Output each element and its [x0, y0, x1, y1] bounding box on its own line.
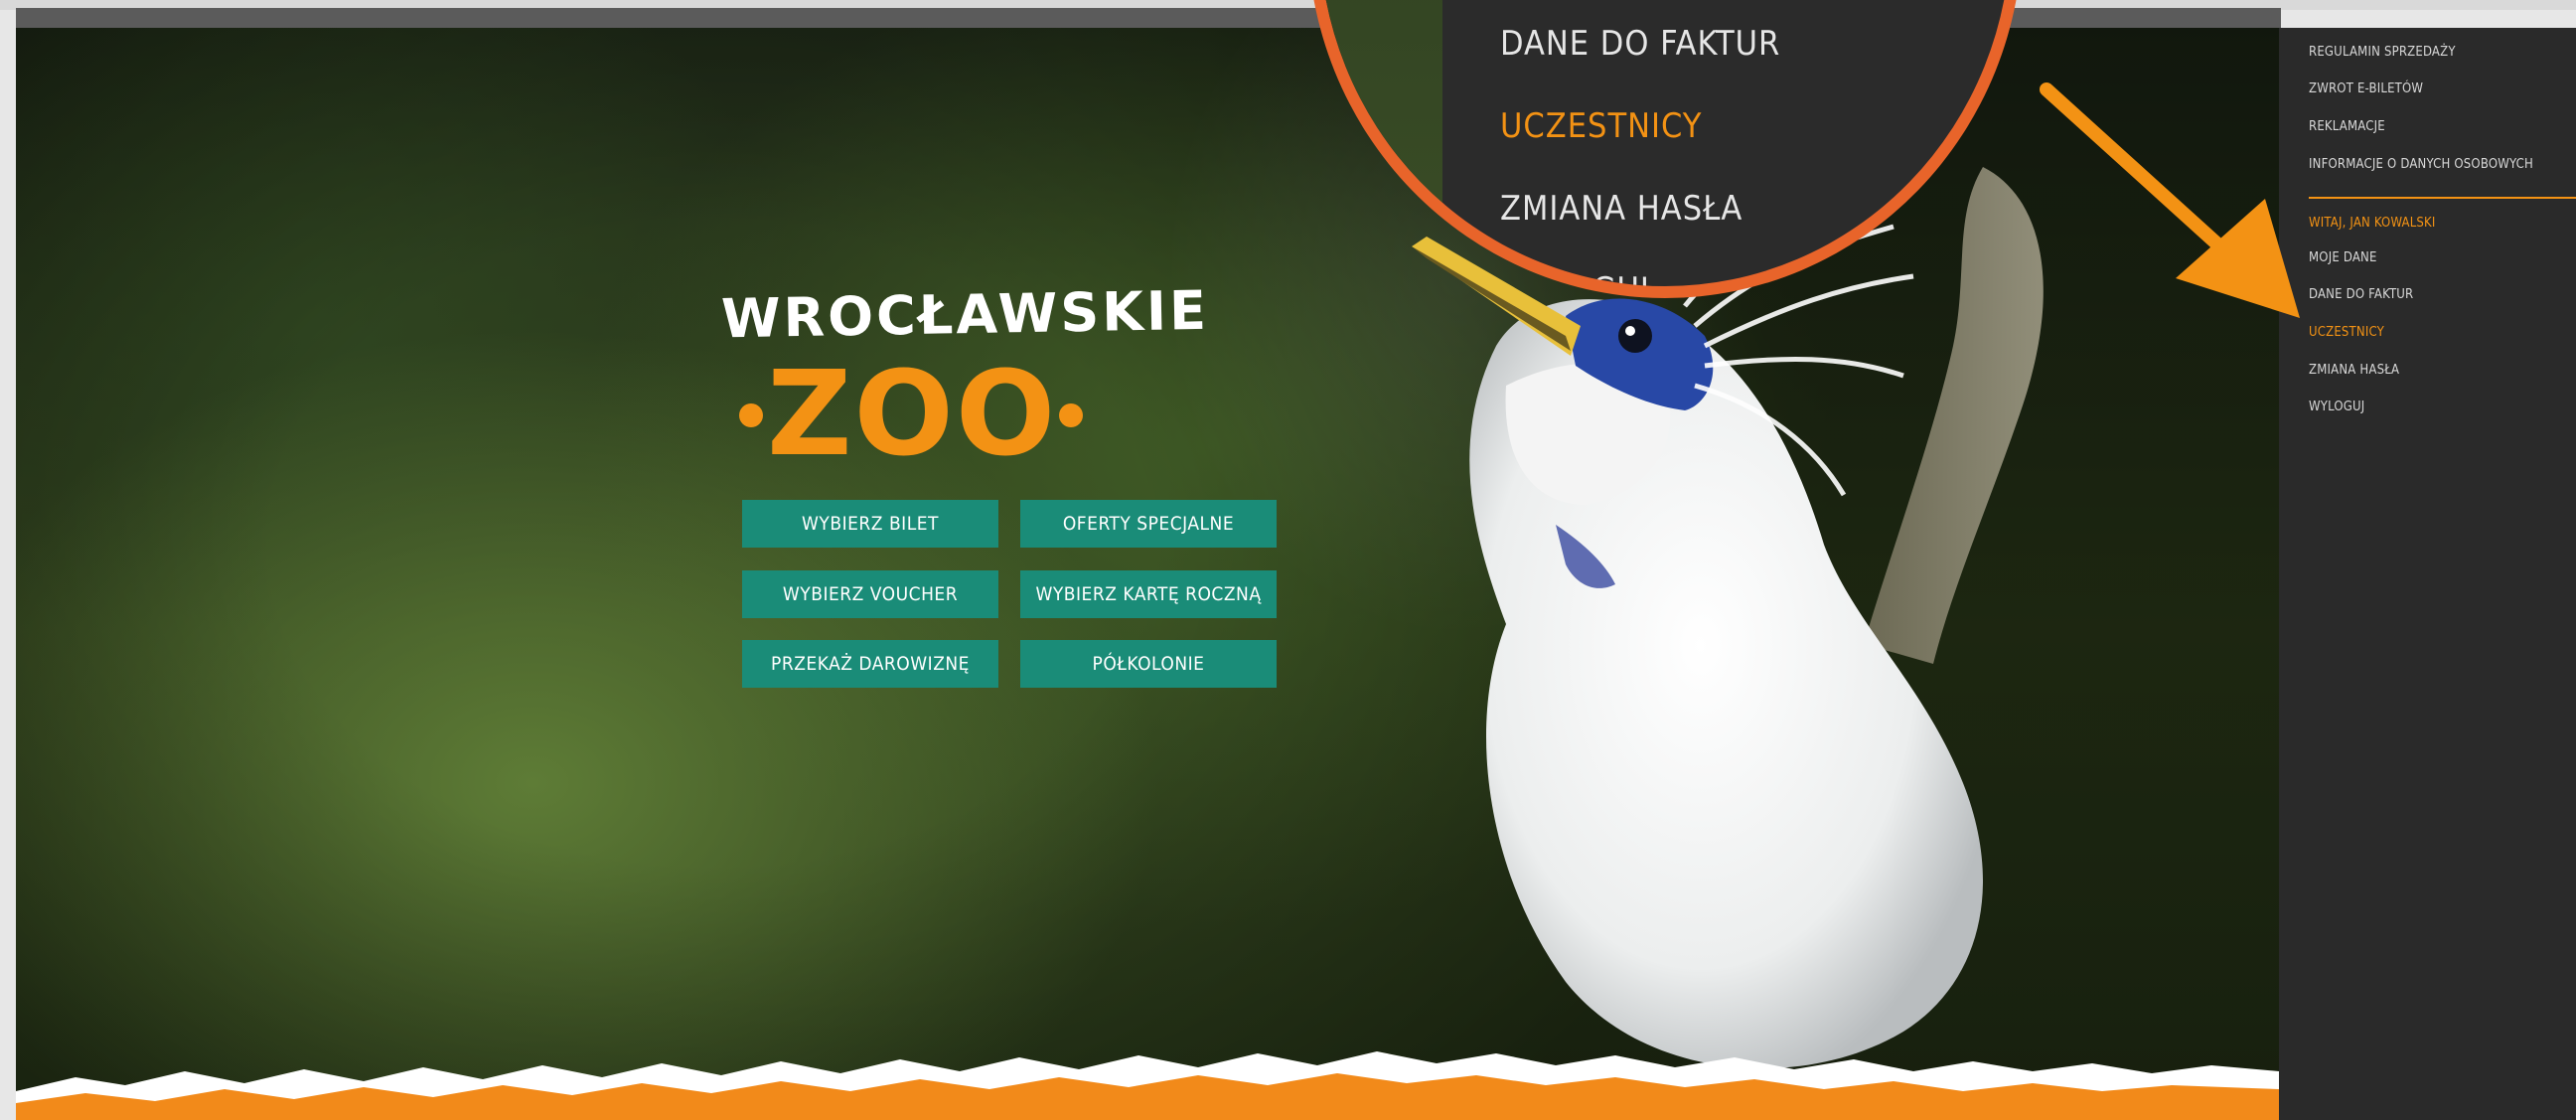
choose-ticket-button[interactable]: WYBIERZ BILET — [742, 500, 998, 548]
magnified-change-password: ZMIANA HASŁA — [1500, 189, 1743, 229]
menu-change-password[interactable]: ZMIANA HASŁA — [2309, 363, 2399, 378]
logo-dot-right — [1059, 403, 1083, 427]
menu-sales-terms[interactable]: REGULAMIN SPRZEDAŻY — [2309, 45, 2456, 60]
torn-paper-edge — [16, 1051, 2279, 1120]
logo-wordmark: WROCŁAWSKIE — [720, 278, 1210, 351]
pointer-arrow-icon — [2040, 82, 2300, 318]
menu-complaints[interactable]: REKLAMACJE — [2309, 119, 2385, 134]
hero-section: WROCŁAWSKIE ZOO WYBIERZ BILET OFERTY SPE… — [16, 28, 2279, 1120]
menu-eticket-refund[interactable]: ZWROT E-BILETÓW — [2309, 81, 2423, 96]
special-offers-button[interactable]: OFERTY SPECJALNE — [1020, 500, 1277, 548]
menu-logout[interactable]: WYLOGUJ — [2309, 400, 2364, 414]
menu-participants[interactable]: UCZESTNICY — [2309, 325, 2384, 340]
donate-button[interactable]: PRZEKAŻ DAROWIZNĘ — [742, 640, 998, 688]
logo-zoo-text: ZOO — [767, 345, 1058, 482]
menu-invoice-data[interactable]: DANE DO FAKTUR — [2309, 287, 2413, 302]
magnified-participants: UCZESTNICY — [1500, 106, 1703, 146]
choose-voucher-button[interactable]: WYBIERZ VOUCHER — [742, 570, 998, 618]
choose-annual-card-button[interactable]: WYBIERZ KARTĘ ROCZNĄ — [1020, 570, 1277, 618]
logo-dot-left — [739, 403, 763, 427]
summer-camps-button[interactable]: PÓŁKOLONIE — [1020, 640, 1277, 688]
menu-my-data[interactable]: MOJE DANE — [2309, 250, 2377, 265]
user-greeting: WITAJ, JAN KOWALSKI — [2309, 216, 2436, 231]
account-menu-panel: REGULAMIN SPRZEDAŻY ZWROT E-BILETÓW REKL… — [2279, 28, 2576, 1120]
logo-zoo: ZOO — [727, 345, 1095, 482]
magnifier-photo-edge — [1319, 0, 1442, 286]
menu-divider — [2309, 197, 2576, 199]
magnified-invoice-data: DANE DO FAKTUR — [1500, 24, 1781, 64]
menu-personal-data-info[interactable]: INFORMACJE O DANYCH OSOBOWYCH — [2309, 157, 2533, 172]
